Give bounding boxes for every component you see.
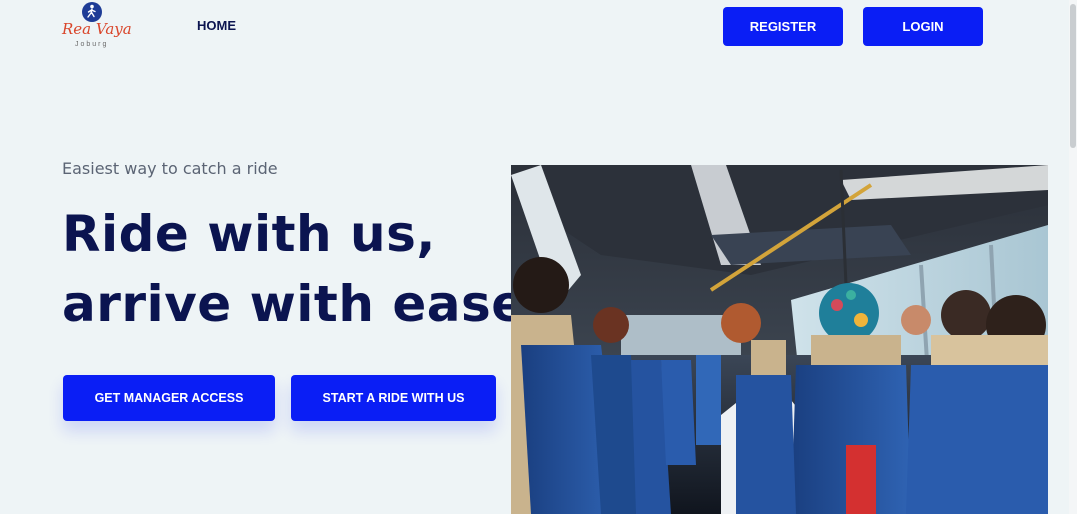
- login-button[interactable]: LOGIN: [863, 7, 983, 46]
- start-ride-button[interactable]: START A RIDE WITH US: [291, 375, 496, 421]
- logo-wordmark: Rea Vaya: [62, 20, 132, 38]
- get-manager-access-button[interactable]: GET MANAGER ACCESS: [63, 375, 275, 421]
- page-scrollbar[interactable]: [1069, 0, 1077, 514]
- headline-line-1: Ride with us,: [62, 205, 436, 263]
- walking-person-icon: [82, 2, 102, 22]
- scrollbar-thumb[interactable]: [1070, 4, 1076, 148]
- logo-subtext: Joburg: [75, 41, 109, 48]
- register-button[interactable]: REGISTER: [723, 7, 843, 46]
- hero-tagline: Easiest way to catch a ride: [62, 159, 278, 178]
- hero-headline: Ride with us, arrive with ease: [62, 199, 526, 339]
- headline-line-2: arrive with ease: [62, 275, 526, 333]
- brand-logo[interactable]: Rea Vaya Joburg: [60, 2, 132, 52]
- nav-home-link[interactable]: HOME: [197, 18, 236, 33]
- bus-interior-photo: [511, 165, 1048, 514]
